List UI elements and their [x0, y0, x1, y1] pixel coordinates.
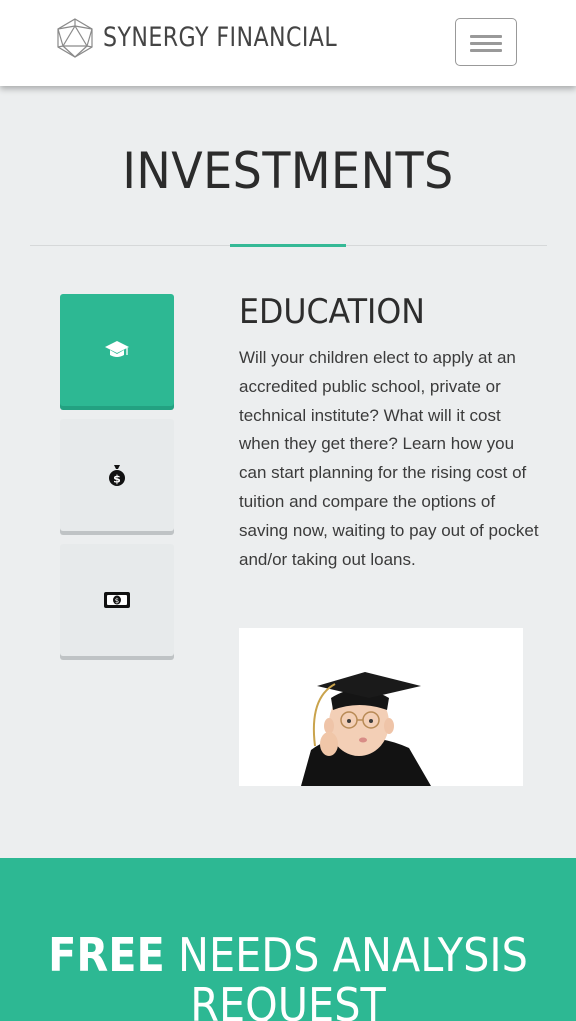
- section-divider-accent: [230, 244, 346, 247]
- hamburger-menu-icon: [470, 35, 502, 38]
- banknote-icon: $: [104, 592, 130, 608]
- icosahedron-logo-icon[interactable]: [56, 18, 94, 58]
- cta-bold-word: FREE: [48, 928, 165, 982]
- menu-toggle-button[interactable]: [455, 18, 517, 66]
- content-title: EDUCATION: [239, 292, 425, 332]
- tab-savings[interactable]: $: [60, 419, 174, 531]
- tab-education[interactable]: [60, 294, 174, 406]
- needs-analysis-title[interactable]: FREE NEEDS ANALYSIS REQUEST: [29, 930, 547, 1021]
- content-body: Will your children elect to apply at an …: [239, 348, 539, 569]
- cta-rest-text: NEEDS ANALYSIS REQUEST: [164, 928, 528, 1021]
- money-bag-icon: $: [109, 465, 125, 486]
- svg-text:$: $: [113, 473, 121, 486]
- site-header: SYNERGY FINANCIAL: [0, 0, 576, 86]
- baby-graduate-photo: [239, 628, 523, 786]
- svg-text:$: $: [115, 597, 119, 605]
- tab-cash[interactable]: $: [60, 544, 174, 656]
- brand-name[interactable]: SYNERGY FINANCIAL: [103, 22, 337, 53]
- section-title: INVESTMENTS: [122, 142, 454, 200]
- needs-analysis-banner[interactable]: FREE NEEDS ANALYSIS REQUEST: [0, 858, 576, 1021]
- graduation-cap-icon: [105, 341, 129, 357]
